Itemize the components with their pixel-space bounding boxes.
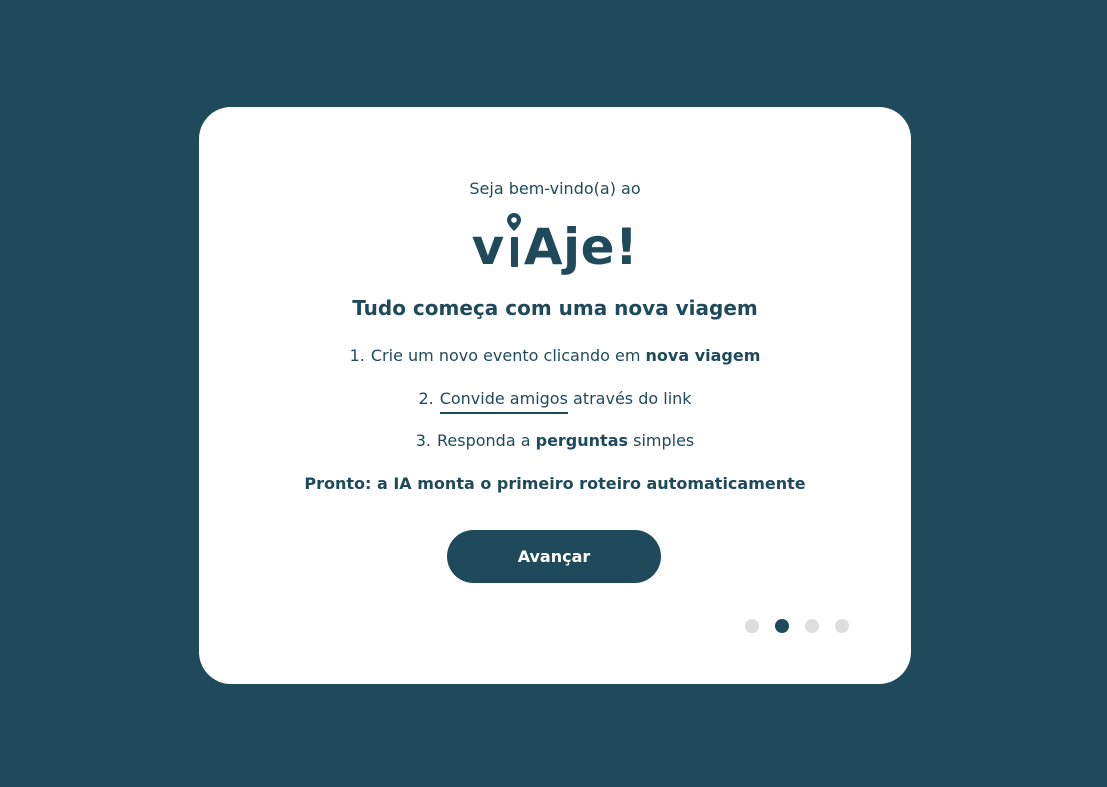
location-pin-icon — [507, 213, 522, 231]
step-3-text: Responda a — [437, 431, 536, 450]
step-2-number: 2. — [418, 389, 434, 408]
ready-text: Pronto: a IA monta o primeiro roteiro au… — [304, 474, 806, 493]
step-3-text-after: simples — [628, 431, 695, 450]
step-3: 3. Responda a perguntas simples — [199, 430, 911, 452]
welcome-text: Seja bem-vindo(a) ao — [469, 179, 641, 198]
logo-part-i: I — [505, 213, 524, 277]
step-1-number: 1. — [349, 346, 365, 365]
step-1-text: Crie um novo evento clicando em — [370, 346, 646, 365]
pagination-dot-1[interactable] — [745, 619, 759, 633]
invite-friends-link[interactable]: Convide amigos — [439, 388, 568, 414]
pagination-dots — [745, 619, 849, 633]
pagination-dot-2[interactable] — [775, 619, 789, 633]
onboarding-card: Seja bem-vindo(a) ao vIAje! Tudo começa … — [199, 107, 911, 684]
logo-text: vIAje! — [471, 213, 639, 277]
pagination-dot-4[interactable] — [835, 619, 849, 633]
logo-part-aje: Aje! — [523, 218, 639, 276]
app-logo: vIAje! — [199, 213, 911, 277]
logo-part-v: v — [471, 218, 505, 276]
step-1: 1. Crie um novo evento clicando em nova v… — [199, 345, 911, 367]
step-3-number: 3. — [415, 431, 431, 450]
step-2-text: através do link — [573, 389, 692, 408]
next-button[interactable]: Avançar — [447, 530, 661, 583]
step-2: 2. Convide amigos através do link — [199, 388, 911, 414]
pagination-dot-3[interactable] — [805, 619, 819, 633]
step-1-bold: nova viagem — [645, 346, 761, 365]
headline: Tudo começa com uma nova viagem — [352, 296, 758, 320]
step-3-bold: perguntas — [535, 431, 629, 450]
